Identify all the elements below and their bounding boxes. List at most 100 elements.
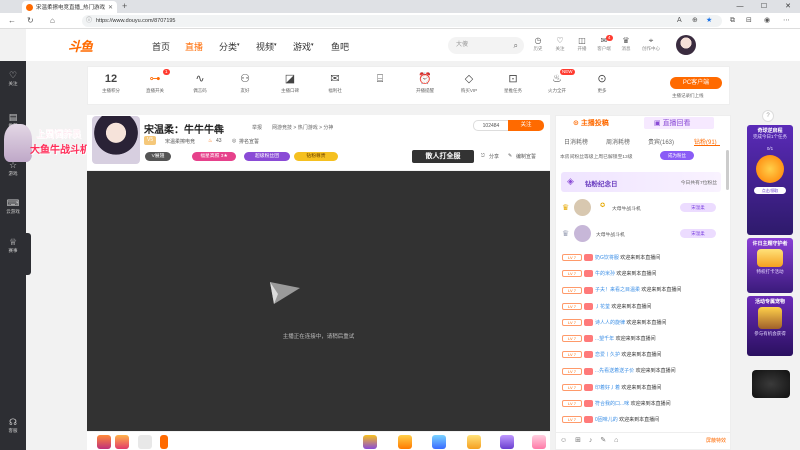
gift-icon[interactable] <box>115 435 129 449</box>
chat-username[interactable]: 0固味儿的 <box>595 417 618 423</box>
streamer-avatar[interactable] <box>92 116 140 164</box>
header-broadcast[interactable]: ◫ 开播 <box>572 36 592 52</box>
toolbar-item[interactable]: ♨ 火力全开 NEW <box>540 69 575 95</box>
chat-username[interactable]: ...先看送着送子价 <box>595 368 634 374</box>
rank-oath[interactable]: 排名宣誓 <box>239 138 259 145</box>
minimize-button[interactable]: — <box>728 0 752 13</box>
share-link[interactable]: 分享 <box>489 153 499 160</box>
chat-scrollbar[interactable] <box>726 150 729 190</box>
category-breadcrumb[interactable]: 网游竞技 > 热门游戏 > 分神 <box>272 124 333 131</box>
reload-icon[interactable]: ↻ <box>27 13 34 29</box>
search-input[interactable]: 大傻 ⌕ <box>448 37 524 54</box>
rank-tab-daily[interactable]: 日消耗榜 <box>564 137 588 146</box>
share-icon[interactable]: ⎋ <box>481 153 485 159</box>
chat-username[interactable]: 恋爱丨久护 <box>595 352 620 358</box>
gift-icon[interactable] <box>398 435 412 449</box>
diamond-anniversary-banner[interactable]: ◈ 钻粉纪念日 今日共有7位粉丝 <box>561 172 721 192</box>
chat-username[interactable]: ...望千年 <box>595 336 614 342</box>
badge-pill[interactable]: 福星高照 3★ <box>192 152 236 161</box>
gift-box-icon[interactable] <box>138 435 152 449</box>
help-icon[interactable]: ? <box>762 110 774 122</box>
sidebar-item-follow[interactable]: ♡ 关注 <box>0 70 26 87</box>
sidebar-item-esports[interactable]: ♕ 赛事 <box>0 237 26 254</box>
profile-icon[interactable]: ◉ <box>764 13 770 29</box>
edit-icon[interactable]: ✎ <box>508 153 512 159</box>
toolbar-item[interactable]: ✉ 福利社 <box>318 72 352 95</box>
header-client[interactable]: ✉ 客户端 4 <box>594 35 614 52</box>
close-tab-icon[interactable]: ✕ <box>108 4 113 11</box>
browser-menu-icon[interactable]: ⋯ <box>783 13 790 29</box>
extensions-icon[interactable]: ⊕ <box>692 13 698 29</box>
chat-username[interactable]: 丿花荃 <box>595 304 610 310</box>
header-creator[interactable]: ⌖ 创作中心 <box>638 36 664 52</box>
chat-username[interactable]: 牛的米孙 <box>595 271 615 277</box>
fan-club-button[interactable]: 散人打全服 <box>412 150 474 163</box>
toolbar-item[interactable]: ∿ 偶言码 <box>183 72 217 95</box>
split-screen-icon[interactable]: ⧉ <box>730 13 735 29</box>
toolbar-item[interactable]: ◇ 购买VIP <box>452 72 486 95</box>
gift-icon[interactable] <box>532 435 546 449</box>
nav-games[interactable]: 游戏 <box>293 40 311 53</box>
video-player[interactable] <box>87 171 550 431</box>
collections-icon[interactable]: ⊟ <box>746 13 752 29</box>
nav-live[interactable]: 直播 <box>185 40 203 53</box>
diamond-user-row[interactable]: ♛ 大母牛战斗机 宋温柔 <box>562 225 722 243</box>
favorite-star-icon[interactable]: ★ <box>706 13 712 29</box>
chat-input-bar[interactable]: ☺ ⊞ ♪ ✎ ⌂ 屏蔽特效 <box>556 432 730 449</box>
tab-replay[interactable]: ▣ 直播回看 <box>654 118 691 128</box>
new-tab-button[interactable]: + <box>122 1 127 12</box>
toolbar-item[interactable]: ⊙ 更多 <box>585 72 619 95</box>
header-follow[interactable]: ♡ 关注 <box>550 36 570 52</box>
become-fan-button[interactable]: 成为粉丝 <box>660 151 694 160</box>
block-effects-toggle[interactable]: 屏蔽特效 <box>706 437 726 444</box>
nav-category[interactable]: 分类 <box>219 40 237 53</box>
home-icon[interactable]: ⌂ <box>50 13 55 29</box>
gift-icon[interactable] <box>363 435 377 449</box>
promo-card[interactable]: 许日主题守护者 特权打卡活动 <box>747 238 793 293</box>
chat-username[interactable]: 子夫！来看之目温柔 <box>595 287 640 293</box>
badge-pill[interactable]: V展翅 <box>145 152 171 161</box>
promo-card[interactable]: 活动专属宠物 参与有机会获得 <box>747 296 793 356</box>
chat-username[interactable]: 诗人人的旋律 <box>595 320 625 326</box>
edit-link[interactable]: 编制宣誓 <box>516 153 536 160</box>
toolbar-item[interactable]: ⚇ 友好 <box>228 72 262 95</box>
toolbar-item[interactable]: ⌸ . <box>363 72 397 95</box>
user-avatar[interactable] <box>676 35 696 55</box>
rank-tab-weekly[interactable]: 周消耗榜 <box>606 137 630 146</box>
report-link[interactable]: 举报 <box>252 124 262 131</box>
back-icon[interactable]: ← <box>8 13 16 29</box>
claim-button[interactable]: 点击领取 <box>754 187 786 194</box>
gift-icon[interactable] <box>467 435 481 449</box>
maximize-button[interactable]: ☐ <box>752 0 776 13</box>
game-banner-icon[interactable] <box>752 370 790 398</box>
chat-username[interactable]: 印着好丿着 <box>595 385 620 391</box>
header-messages[interactable]: ♛ 消息 <box>616 36 636 52</box>
sidebar-item-support[interactable]: ☊ 客服 <box>0 417 26 434</box>
chat-tool-icons[interactable]: ☺ ⊞ ♪ ✎ ⌂ <box>560 436 621 444</box>
promo-card[interactable]: 奇球逆启程 完成今日1个任务 0/1 点击领取 <box>747 125 793 235</box>
url-input[interactable]: https://www.douyu.com/8707195 <box>82 15 722 27</box>
toolbar-item[interactable]: ⊡ 星推任务 <box>496 72 530 95</box>
read-aloud-icon[interactable]: A <box>677 13 682 29</box>
toolbar-item[interactable]: ◪ 主播口碑 <box>273 72 307 95</box>
gift-icon[interactable] <box>500 435 514 449</box>
rank-tab-vip[interactable]: 贵宾(163) <box>648 137 674 146</box>
diamond-user-row[interactable]: ♛ ✪ 大母牛战斗机 宋温柔 <box>562 199 722 217</box>
browser-tab[interactable]: 宋温柔擦电竞直播_热门游戏兰... ✕ <box>22 1 117 13</box>
nav-video[interactable]: 视频 <box>256 40 274 53</box>
gift-icon[interactable] <box>432 435 446 449</box>
search-icon[interactable]: ⌕ <box>514 37 518 54</box>
chat-username[interactable]: 奶G饮将服 <box>595 255 619 261</box>
toolbar-item[interactable]: ⏰ 开播提醒 <box>408 72 442 95</box>
toolbar-item[interactable]: ⊶ 直播开关 1 <box>138 69 172 95</box>
gift-icon[interactable] <box>97 435 111 449</box>
chat-username[interactable]: 符合我的口...咪 <box>595 401 629 407</box>
sidebar-collapse-handle[interactable] <box>26 233 31 275</box>
sidebar-item-cloud-games[interactable]: ⌨ 云游戏 <box>0 198 26 215</box>
badge-pill[interactable]: 超级粉丝团 <box>244 152 290 161</box>
nav-fishbar[interactable]: 鱼吧 <box>331 40 349 53</box>
badge-pill[interactable]: 钻粉尊贵 <box>294 152 338 161</box>
close-window-button[interactable]: ✕ <box>776 0 800 13</box>
pc-client-button[interactable]: PC客户端 <box>670 77 722 89</box>
follow-button[interactable]: 关注 <box>508 120 544 131</box>
